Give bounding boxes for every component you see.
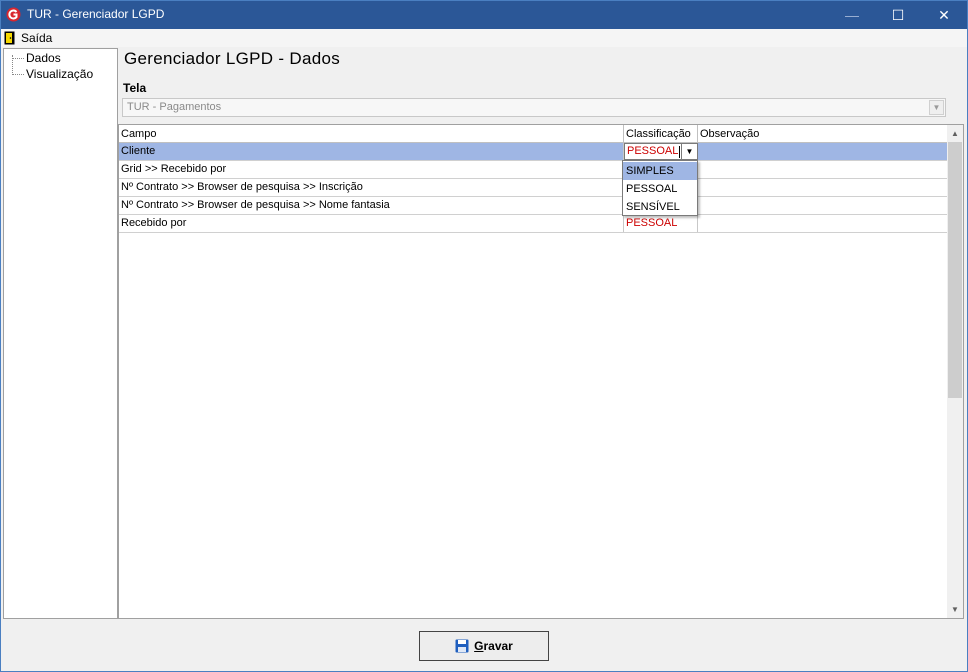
tree-item-dados[interactable]: Dados — [12, 50, 61, 66]
cell-campo[interactable]: Cliente — [119, 143, 624, 160]
table-row[interactable]: Nº Contrato >> Browser de pesquisa >> In… — [119, 179, 947, 197]
column-header-classificacao[interactable]: Classificação — [624, 125, 698, 143]
tela-label: Tela — [123, 81, 147, 95]
maximize-button[interactable]: ☐ — [875, 1, 921, 29]
app-logo-icon — [6, 7, 21, 22]
tela-select[interactable]: TUR - Pagamentos ▼ — [122, 98, 946, 117]
cell-observacao[interactable] — [698, 215, 947, 232]
cell-observacao[interactable] — [698, 179, 947, 196]
menu-exit[interactable]: Saída — [4, 29, 52, 47]
floppy-disk-icon — [455, 639, 469, 653]
column-header-campo[interactable]: Campo — [119, 125, 624, 143]
combo-arrow-icon[interactable]: ▼ — [929, 100, 944, 115]
classification-editor-value: PESSOAL — [627, 145, 679, 157]
classification-dropdown: SIMPLES PESSOAL SENSÍVEL — [622, 160, 698, 216]
cell-observacao[interactable] — [698, 143, 947, 160]
tree-item-label: Visualização — [26, 67, 94, 81]
cell-observacao[interactable] — [698, 197, 947, 214]
table-row[interactable]: Recebido por PESSOAL — [119, 215, 947, 233]
menu-exit-label: Saída — [21, 31, 53, 45]
app-window: TUR - Gerenciador LGPD — ☐ ✕ Saída Dados… — [0, 0, 968, 672]
cell-campo[interactable]: Recebido por — [119, 215, 624, 232]
table-row[interactable]: Grid >> Recebido por — [119, 161, 947, 179]
navigation-tree: Dados Visualização — [3, 48, 118, 619]
classification-editor[interactable]: PESSOAL ▼ — [624, 143, 698, 160]
dropdown-option-simples[interactable]: SIMPLES — [623, 162, 697, 180]
text-caret — [679, 146, 680, 158]
title-bar: TUR - Gerenciador LGPD — ☐ ✕ — [1, 1, 967, 29]
table-row[interactable]: Cliente PESSOAL ▼ — [119, 143, 947, 161]
save-button[interactable]: Gravar — [419, 631, 549, 661]
exit-door-icon — [4, 31, 15, 45]
cell-observacao[interactable] — [698, 161, 947, 178]
cell-campo[interactable]: Nº Contrato >> Browser de pesquisa >> No… — [119, 197, 624, 214]
vertical-scrollbar[interactable]: ▲ ▼ — [947, 125, 963, 618]
dropdown-option-sensivel[interactable]: SENSÍVEL — [623, 198, 697, 216]
footer-bar: Gravar — [1, 621, 967, 671]
menu-bar: Saída — [1, 29, 967, 47]
page-title: Gerenciador LGPD - Dados — [124, 49, 341, 68]
save-button-label: Gravar — [474, 639, 513, 653]
scrollbar-thumb[interactable] — [948, 142, 962, 398]
chevron-down-icon[interactable]: ▼ — [681, 144, 697, 159]
tree-item-visualizacao[interactable]: Visualização — [12, 66, 93, 82]
tree-item-label: Dados — [26, 51, 61, 65]
cell-campo[interactable]: Grid >> Recebido por — [119, 161, 624, 178]
minimize-button[interactable]: — — [829, 1, 875, 29]
tela-select-value: TUR - Pagamentos — [127, 101, 222, 113]
scroll-up-icon[interactable]: ▲ — [947, 125, 963, 142]
column-header-observacao[interactable]: Observação — [698, 125, 947, 143]
close-button[interactable]: ✕ — [921, 1, 967, 29]
cell-campo[interactable]: Nº Contrato >> Browser de pesquisa >> In… — [119, 179, 624, 196]
grid-header: Campo Classificação Observação — [119, 125, 947, 143]
dropdown-option-pessoal[interactable]: PESSOAL — [623, 180, 697, 198]
fields-grid: Campo Classificação Observação Cliente P… — [118, 124, 964, 619]
scroll-down-icon[interactable]: ▼ — [947, 601, 963, 618]
window-title: TUR - Gerenciador LGPD — [27, 7, 165, 21]
cell-classificacao[interactable]: PESSOAL — [624, 215, 698, 232]
table-row[interactable]: Nº Contrato >> Browser de pesquisa >> No… — [119, 197, 947, 215]
